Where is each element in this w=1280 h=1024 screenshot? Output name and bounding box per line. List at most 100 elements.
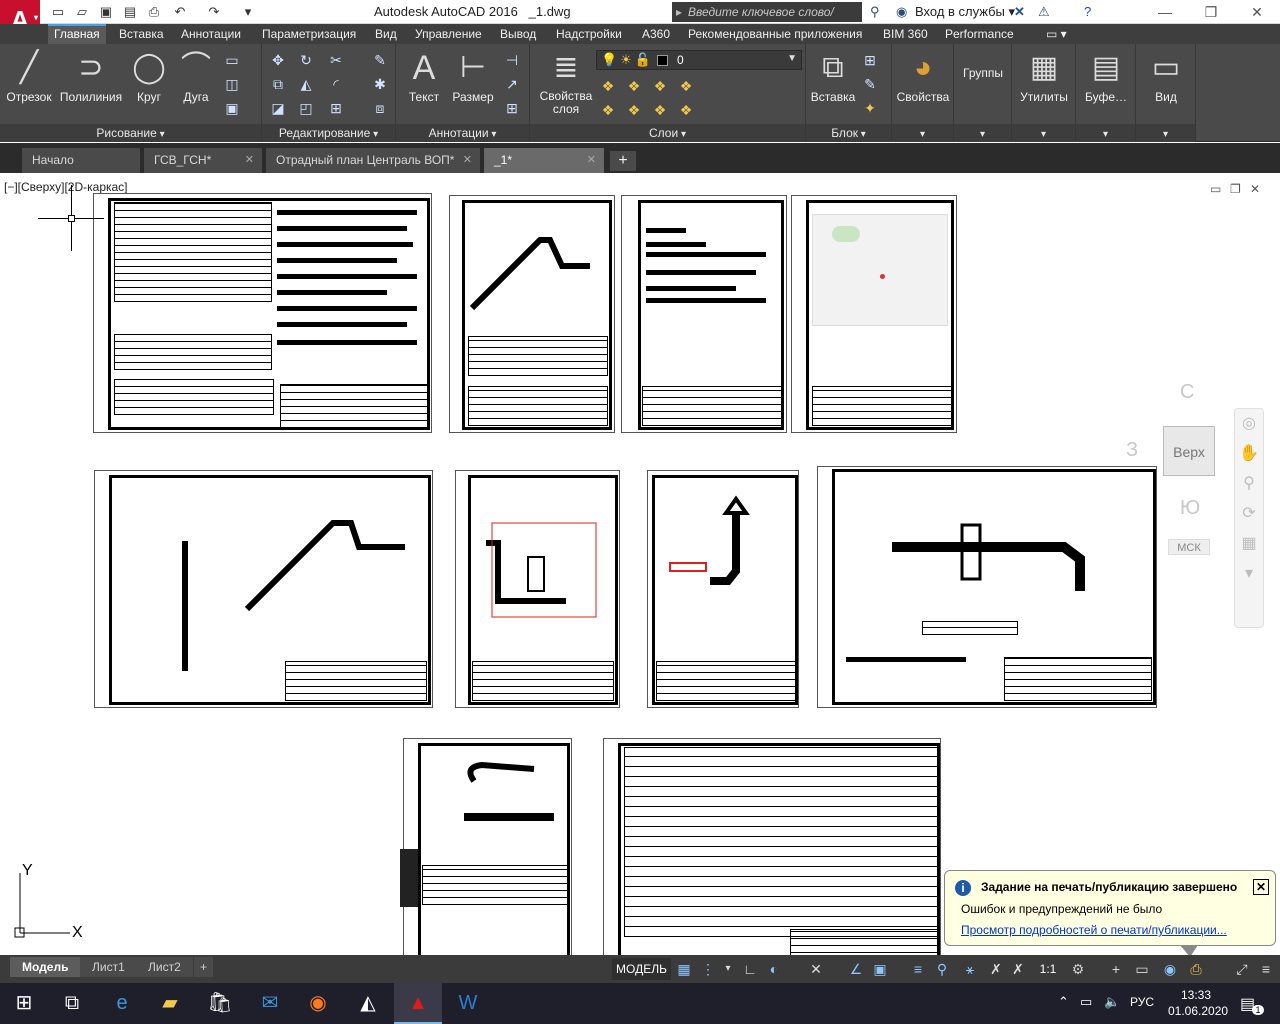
selection-cycling-icon[interactable]: ⚹	[960, 958, 980, 980]
panel-annotation-title[interactable]: Аннотации	[396, 124, 529, 142]
save-icon[interactable]: ▣	[96, 3, 116, 21]
lineweight-icon[interactable]: ≡	[908, 958, 928, 980]
layout-tab-sheet2[interactable]: Лист2	[136, 957, 193, 977]
minimize-icon[interactable]: —	[1142, 0, 1188, 24]
viewport-restore-icon[interactable]: ❐	[1230, 182, 1241, 196]
viewport-close-icon[interactable]: ✕	[1250, 182, 1260, 196]
close-tab-icon[interactable]: ✕	[463, 148, 472, 173]
properties-button[interactable]: ◕ Свойства	[894, 48, 952, 104]
arc-button[interactable]: ⌒ Дуга	[174, 48, 218, 104]
close-icon[interactable]: ✕	[1253, 879, 1269, 895]
mirror-icon[interactable]: ◭	[296, 74, 316, 94]
array-icon[interactable]: ⊞	[326, 98, 346, 118]
panel-clipboard-expand[interactable]	[1076, 124, 1135, 142]
annotation-scale[interactable]: 1:1	[1034, 958, 1062, 980]
drawing-sheet[interactable]	[647, 470, 799, 708]
store-icon[interactable]: 🛍	[196, 983, 244, 1024]
layer-lock-icon[interactable]: ❖	[676, 76, 696, 96]
layer-off-icon[interactable]: ❖	[598, 76, 618, 96]
panel-utilities-expand[interactable]	[1012, 124, 1075, 142]
viewport-controls[interactable]: [−][Сверху][2D-каркас]	[4, 180, 128, 194]
notification-details-link[interactable]: Просмотр подробностей о печати/публикаци…	[961, 923, 1227, 937]
text-button[interactable]: A Текст	[402, 48, 446, 104]
panel-modify-title[interactable]: Редактирование	[262, 124, 395, 142]
network-icon[interactable]: ▭	[1080, 994, 1092, 1010]
transparency-icon[interactable]: ⚲	[932, 958, 952, 980]
table-icon[interactable]: ⊞	[502, 98, 522, 118]
chevron-down-icon[interactable]: ▾	[718, 958, 738, 980]
move-icon[interactable]: ✥	[268, 50, 288, 70]
zoom-extents-icon[interactable]: ⚲	[1235, 469, 1263, 499]
tab-bim360[interactable]: BIM 360	[877, 24, 934, 44]
layout-tab-sheet1[interactable]: Лист1	[80, 957, 137, 977]
windows-start-icon[interactable]: ⊞	[0, 983, 48, 1024]
tab-home[interactable]: Главная	[48, 24, 106, 44]
annotation-visibility-icon[interactable]: ✗	[986, 958, 1006, 980]
close-icon[interactable]: ✕	[1234, 0, 1280, 24]
file-tab-otradny[interactable]: Отрадный план Централь ВОП* ✕	[266, 148, 480, 173]
viewcube-west[interactable]: З	[1126, 439, 1138, 462]
viewcube-south[interactable]: Ю	[1180, 497, 1200, 520]
model-space-toggle[interactable]: МОДЕЛЬ	[612, 958, 671, 980]
edit-block-icon[interactable]: ✎	[860, 74, 880, 94]
edge-browser-icon[interactable]: e	[98, 983, 146, 1024]
signin-button[interactable]: Вход в службы ▾	[915, 4, 1015, 20]
drawing-sheet[interactable]	[93, 193, 432, 433]
fox-app-icon[interactable]: ◭	[344, 983, 392, 1024]
new-tab-button[interactable]: +	[610, 151, 636, 171]
auto-scale-icon[interactable]: ✗	[1008, 958, 1028, 980]
dimension-button[interactable]: ⊢ Размер	[448, 48, 498, 104]
hardware-acceleration-icon[interactable]: ◉	[1160, 958, 1180, 980]
layer-unisolate-icon[interactable]: ❖	[650, 100, 670, 120]
new-file-icon[interactable]: ▭	[48, 3, 68, 21]
help-icon[interactable]: ?	[1084, 3, 1091, 21]
file-explorer-icon[interactable]: ▰	[146, 983, 194, 1024]
tray-chevron-icon[interactable]: ⌃	[1058, 994, 1069, 1010]
fillet-icon[interactable]: ◜	[326, 74, 346, 94]
file-tab-current[interactable]: _1* ✕	[484, 148, 604, 173]
drawing-sheet[interactable]	[603, 738, 941, 955]
gear-icon[interactable]: ⚙	[1068, 958, 1088, 980]
layer-thaw-icon[interactable]: ❖	[676, 100, 696, 120]
drawing-sheet[interactable]	[817, 466, 1157, 708]
user-icon[interactable]: ◉	[896, 3, 907, 21]
trim-icon[interactable]: ✂	[326, 50, 346, 70]
autocad-taskbar-icon[interactable]: ▲	[394, 983, 442, 1024]
add-layout-button[interactable]: +	[194, 957, 214, 977]
viewcube-north[interactable]: С	[1180, 381, 1194, 404]
tab-addins[interactable]: Надстройки	[550, 24, 628, 44]
firefox-icon[interactable]: ◉	[294, 983, 342, 1024]
panel-view-expand[interactable]	[1136, 124, 1195, 142]
layer-make-current-icon[interactable]: ❖	[598, 100, 618, 120]
tab-parametric[interactable]: Параметризация	[256, 24, 362, 44]
multileader-icon[interactable]: ↗	[502, 74, 522, 94]
file-tab-start[interactable]: Начало	[22, 148, 140, 173]
showmotion-icon[interactable]: ▦	[1235, 529, 1263, 559]
layout-tab-model[interactable]: Модель	[10, 957, 81, 977]
input-language[interactable]: РУС	[1130, 995, 1154, 1009]
undo-icon[interactable]: ↶	[170, 3, 190, 21]
orbit-icon[interactable]: ⟳	[1235, 499, 1263, 529]
tab-insert[interactable]: Вставка	[113, 24, 170, 44]
object-snap-icon[interactable]: ▣	[870, 958, 890, 980]
gradient-icon[interactable]: ▣	[222, 98, 242, 118]
ribbon-minimize-icon[interactable]: ▭ ▾	[1040, 24, 1073, 44]
drawing-sheet[interactable]	[400, 738, 572, 955]
snap-icon[interactable]: ⋮	[698, 958, 718, 980]
plot-status-icon[interactable]: ⎙	[1186, 958, 1206, 980]
layer-match-icon[interactable]: ❖	[624, 100, 644, 120]
layer-properties-button[interactable]: ≣ Свойства слоя	[536, 48, 596, 116]
ortho-icon[interactable]: ∟	[740, 958, 760, 980]
grid-icon[interactable]: ▦	[674, 958, 694, 980]
panel-groups-expand[interactable]	[954, 124, 1011, 142]
viewport-minimize-icon[interactable]: ▭	[1210, 182, 1221, 196]
object-snap-tracking-icon[interactable]: ∠	[846, 958, 866, 980]
binoculars-icon[interactable]: ⚲	[870, 3, 880, 21]
print-icon[interactable]: ⎙	[144, 3, 164, 21]
close-tab-icon[interactable]: ✕	[245, 148, 254, 173]
clock[interactable]: 13:33 01.06.2020	[1168, 987, 1228, 1019]
tab-annotate[interactable]: Аннотации	[175, 24, 247, 44]
tab-manage[interactable]: Управление	[409, 24, 488, 44]
circle-button[interactable]: ◯ Круг	[126, 48, 172, 104]
polyline-button[interactable]: ⊃ Полилиния	[56, 48, 126, 104]
